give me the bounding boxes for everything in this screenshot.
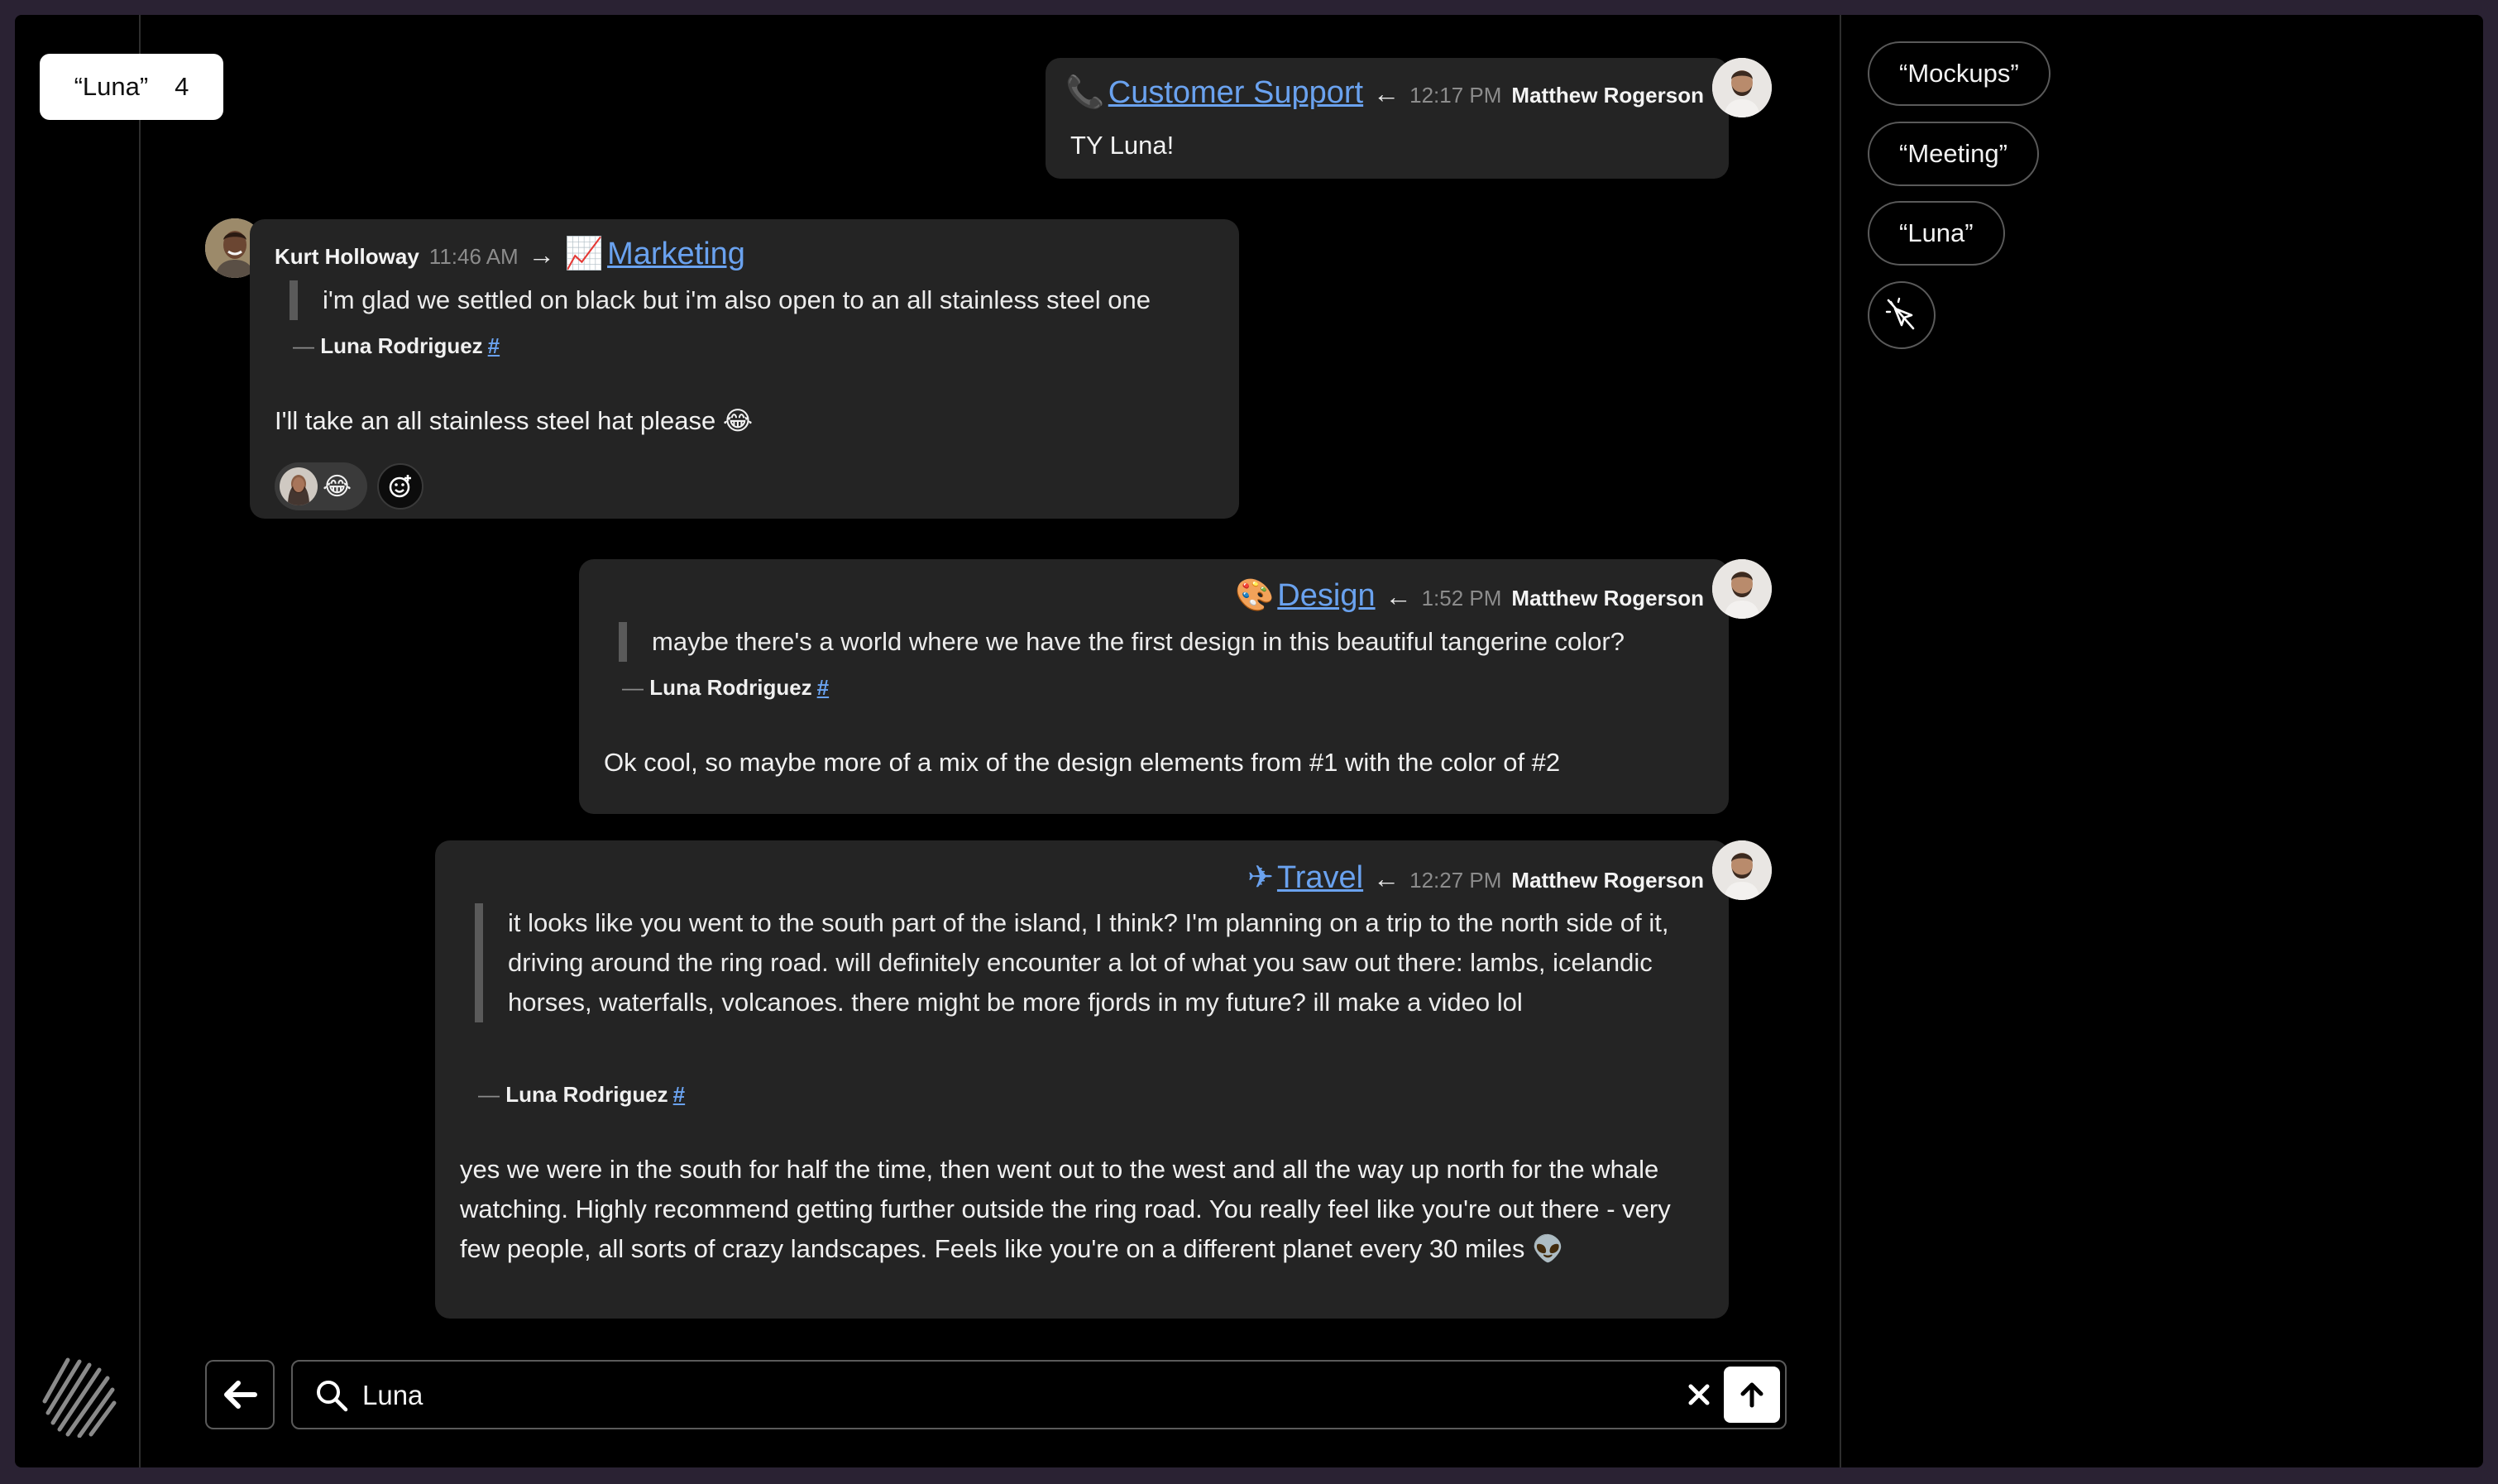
quoted-message: maybe there's a world where we have the … xyxy=(619,622,1727,662)
arrow-left-icon: ← xyxy=(1385,582,1412,611)
quoted-message: i'm glad we settled on black but i'm als… xyxy=(290,280,1232,320)
chart-increasing-icon: 📈 xyxy=(564,237,605,271)
message-header: Kurt Holloway 11:46 AM → 📈 Marketing xyxy=(275,236,745,272)
message-body: TY Luna! xyxy=(1070,131,1175,160)
channel-link-design[interactable]: 🎨 Design xyxy=(1235,577,1376,614)
message-time: 12:17 PM xyxy=(1409,83,1502,108)
message-time: 1:52 PM xyxy=(1421,586,1502,610)
quote-attribution: — Luna Rodriguez # xyxy=(478,1082,686,1107)
message-bubble: 🎨 Design ← 1:52 PM Matthew Rogerson maybe… xyxy=(579,559,1729,814)
arrow-right-icon: → xyxy=(528,240,555,270)
search-icon xyxy=(317,1381,348,1412)
author-name[interactable]: Matthew Rogerson xyxy=(1511,868,1704,893)
quote-permalink[interactable]: # xyxy=(673,1082,685,1107)
reaction-emoji: 😂 xyxy=(323,472,352,500)
message-header: 🎨 Design ← 1:52 PM Matthew Rogerson xyxy=(1235,577,1704,614)
close-icon xyxy=(1688,1384,1710,1405)
clear-search-button[interactable] xyxy=(1681,1376,1717,1413)
message-bubble: ✈ Travel ← 12:27 PM Matthew Rogerson it l… xyxy=(435,840,1729,1319)
arrow-left-icon: ← xyxy=(1373,79,1400,108)
quote-permalink[interactable]: # xyxy=(488,333,500,358)
arrow-up-icon xyxy=(1740,1382,1763,1408)
avatar-matthew-rogerson[interactable] xyxy=(1712,58,1772,117)
add-emoji-icon xyxy=(389,475,411,498)
recent-search-chip[interactable]: “Meeting” xyxy=(1868,122,2039,186)
author-name[interactable]: Kurt Holloway xyxy=(275,244,419,270)
author-name[interactable]: Matthew Rogerson xyxy=(1511,83,1704,108)
message-bubble: Kurt Holloway 11:46 AM → 📈 Marketing i'm … xyxy=(250,219,1239,519)
sparkle-cursor-icon xyxy=(1885,297,1915,330)
recent-searches-panel: “Mockups” “Meeting” “Luna” xyxy=(1840,15,2483,1467)
app-window: “Luna” 4 📞 Customer Support ← 12:17 PM Ma… xyxy=(15,15,2483,1467)
message-header: 📞 Customer Support ← 12:17 PM Matthew Rog… xyxy=(1065,74,1704,111)
message-bubble: 📞 Customer Support ← 12:17 PM Matthew Rog… xyxy=(1046,58,1729,179)
submit-search-button[interactable] xyxy=(1724,1367,1780,1423)
arrow-left-icon xyxy=(224,1381,257,1409)
recent-search-chip[interactable]: “Mockups” xyxy=(1868,41,2051,106)
quote-attribution: — Luna Rodriguez # xyxy=(293,333,500,358)
left-rail xyxy=(15,15,141,1467)
quoted-message: it looks like you went to the south part… xyxy=(475,903,1707,1022)
search-tag-count: 4 xyxy=(175,72,189,101)
back-button[interactable] xyxy=(205,1360,275,1429)
arrow-left-icon: ← xyxy=(1373,864,1400,893)
quote-attribution: — Luna Rodriguez # xyxy=(622,675,830,700)
search-bar xyxy=(291,1360,1787,1429)
channel-link-customer-support[interactable]: 📞 Customer Support xyxy=(1065,74,1363,111)
airplane-icon: ✈ xyxy=(1247,860,1274,895)
message-body: I'll take an all stainless steel hat ple… xyxy=(275,406,754,435)
channel-link-travel[interactable]: ✈ Travel xyxy=(1247,859,1363,896)
recent-search-chip[interactable]: “Luna” xyxy=(1868,201,2005,266)
clear-history-button[interactable] xyxy=(1868,281,1936,349)
message-body: Ok cool, so maybe more of a mix of the d… xyxy=(604,748,1561,777)
avatar-matthew-rogerson[interactable] xyxy=(1712,559,1772,619)
message-header: ✈ Travel ← 12:27 PM Matthew Rogerson xyxy=(1247,859,1704,896)
phone-icon: 📞 xyxy=(1065,75,1105,110)
avatar-matthew-rogerson[interactable] xyxy=(1712,840,1772,900)
reaction-laughing[interactable]: 😂 xyxy=(275,462,367,510)
app-logo xyxy=(38,1352,117,1439)
search-tag-query: “Luna” xyxy=(74,72,149,101)
message-time: 12:27 PM xyxy=(1409,868,1502,893)
message-time: 11:46 AM xyxy=(428,244,519,269)
author-name[interactable]: Matthew Rogerson xyxy=(1511,586,1704,611)
reactor-avatar xyxy=(280,467,318,505)
search-input[interactable] xyxy=(361,1373,1654,1418)
quote-permalink[interactable]: # xyxy=(817,675,829,700)
channel-link-marketing[interactable]: 📈 Marketing xyxy=(565,236,745,272)
active-search-tag[interactable]: “Luna” 4 xyxy=(40,54,223,120)
add-reaction-button[interactable] xyxy=(377,463,424,510)
message-body: yes we were in the south for half the ti… xyxy=(460,1155,1671,1263)
palette-icon: 🎨 xyxy=(1234,578,1275,613)
